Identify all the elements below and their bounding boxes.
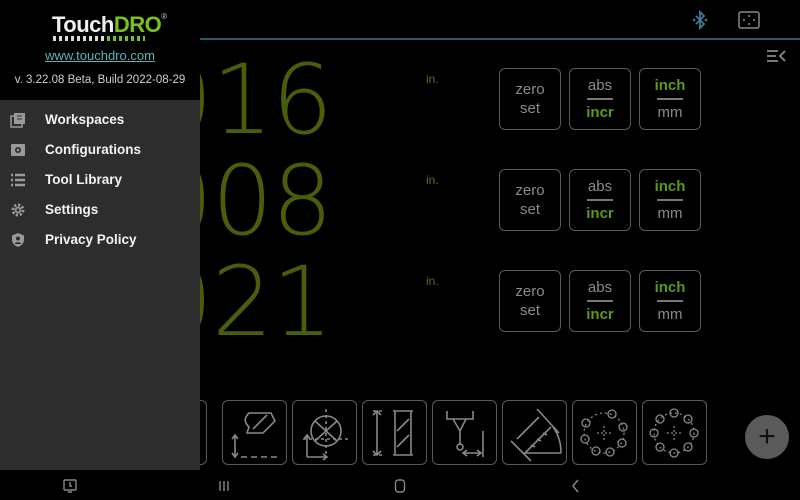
drawer-header: TouchDRO® www.touchdro.com v. 3.22.08 Be… <box>0 0 200 100</box>
tool-length-icon <box>372 409 413 457</box>
gear-icon <box>11 203 25 217</box>
inch-mm-toggle[interactable]: inch mm <box>639 68 701 130</box>
frame-icon[interactable] <box>738 11 760 29</box>
list-icon <box>11 173 25 187</box>
bolt-circle-icon <box>580 409 628 457</box>
recent-apps-icon[interactable] <box>216 478 232 494</box>
abs-incr-toggle[interactable]: abs incr <box>569 270 631 332</box>
app-logo: TouchDRO® <box>52 12 167 37</box>
bolt-circle-button[interactable] <box>572 400 637 465</box>
tool-radius-button[interactable] <box>292 400 357 465</box>
inch-mm-toggle[interactable]: inch mm <box>639 270 701 332</box>
tool-radius-offset-icon <box>303 409 351 461</box>
back-icon[interactable] <box>568 478 584 494</box>
shield-icon <box>12 233 24 247</box>
zero-set-button[interactable]: zero set <box>499 68 561 130</box>
workspaces-icon <box>10 113 25 128</box>
home-icon[interactable] <box>392 478 408 494</box>
abs-incr-toggle[interactable]: abs incr <box>569 68 631 130</box>
tool-length-button[interactable] <box>362 400 427 465</box>
edge-finder-icon <box>446 411 484 457</box>
logo-scale-graphic-accent <box>107 36 145 41</box>
drawer-item-workspaces[interactable]: Workspaces <box>0 105 200 135</box>
website-link[interactable]: www.touchdro.com <box>0 48 200 63</box>
configurations-icon <box>11 144 25 156</box>
abs-incr-toggle[interactable]: abs incr <box>569 169 631 231</box>
axis-unit: in. <box>426 173 439 187</box>
bluetooth-icon[interactable] <box>690 10 710 30</box>
drawer-item-configurations[interactable]: Configurations <box>0 135 200 165</box>
bolt-circle-alt-icon <box>649 408 699 458</box>
navigation-drawer: TouchDRO® www.touchdro.com v. 3.22.08 Be… <box>0 0 200 470</box>
bolt-circle-alt-button[interactable] <box>642 400 707 465</box>
edge-finder-button[interactable] <box>432 400 497 465</box>
drawer-item-settings[interactable]: Settings <box>0 195 200 225</box>
axis-unit: in. <box>426 274 439 288</box>
drawer-item-tool-library[interactable]: Tool Library <box>0 165 200 195</box>
drawer-item-privacy-policy[interactable]: Privacy Policy <box>0 225 200 255</box>
tool-offset-button[interactable] <box>222 400 287 465</box>
tool-offset-icon <box>231 412 277 459</box>
axis-unit: in. <box>426 72 439 86</box>
zero-set-button[interactable]: zero set <box>499 270 561 332</box>
inch-mm-toggle[interactable]: inch mm <box>639 169 701 231</box>
angle-measure-icon <box>510 408 562 462</box>
version-text: v. 3.22.08 Beta, Build 2022-08-29 <box>14 74 186 86</box>
screenshot-icon[interactable] <box>62 478 78 494</box>
zero-set-button[interactable]: zero set <box>499 169 561 231</box>
system-nav-bar <box>0 470 800 500</box>
add-fab-button[interactable]: + <box>745 415 789 459</box>
angle-measure-button[interactable] <box>502 400 567 465</box>
